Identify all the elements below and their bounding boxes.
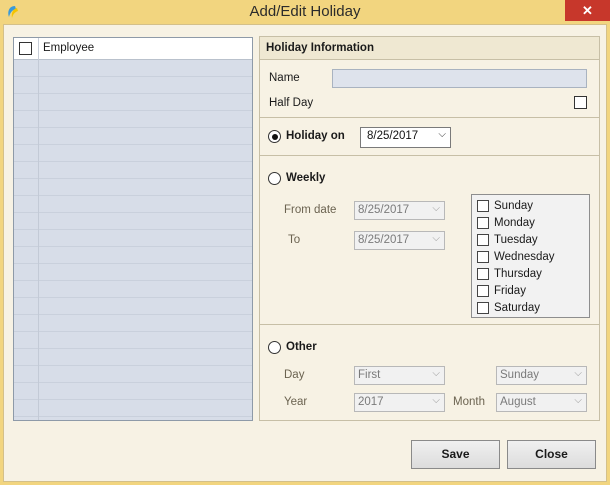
chevron-down-icon: ⌵ (438, 129, 446, 140)
half-day-checkbox[interactable] (574, 96, 587, 109)
holiday-on-date-picker[interactable]: 8/25/2017 ⌵ (360, 127, 451, 148)
holiday-on-label: Holiday on (286, 130, 345, 142)
weekly-radio[interactable] (268, 172, 281, 185)
from-date-label: From date (284, 204, 337, 216)
window-title: Add/Edit Holiday (249, 3, 361, 20)
chevron-down-icon: ⌵ (574, 368, 582, 379)
to-date-picker[interactable]: 8/25/2017 ⌵ (354, 231, 445, 250)
to-date-label: To (288, 234, 301, 246)
close-window-button[interactable]: ✕ (565, 0, 610, 21)
weekly-label: Weekly (286, 172, 326, 184)
half-day-label: Half Day (269, 97, 314, 109)
other-section: Other Day First ⌵ Sunday ⌵ Year 2017 ⌵ M… (260, 325, 599, 421)
other-radio[interactable] (268, 341, 281, 354)
from-date-value: 8/25/2017 (358, 204, 410, 216)
other-label: Other (286, 341, 317, 353)
weekday-checkbox[interactable] (477, 251, 489, 263)
holiday-information-section: Holiday Information Name Half Day (260, 37, 599, 118)
name-input[interactable] (332, 69, 587, 88)
select-all-checkbox[interactable] (19, 42, 32, 55)
to-date-value: 8/25/2017 (358, 234, 410, 246)
holiday-information-title: Holiday Information (266, 42, 374, 54)
holiday-on-section: Holiday on 8/25/2017 ⌵ (260, 118, 599, 156)
name-label: Name (269, 72, 300, 84)
weekday-value: Sunday (500, 369, 540, 381)
day-ordinal-dropdown[interactable]: First ⌵ (354, 366, 445, 385)
month-value: August (500, 396, 536, 408)
employee-grid[interactable]: Employee (13, 37, 253, 421)
from-date-picker[interactable]: 8/25/2017 ⌵ (354, 201, 445, 220)
holiday-on-date-value: 8/25/2017 (367, 130, 419, 142)
holiday-on-radio[interactable] (268, 130, 281, 143)
employee-column-header[interactable]: Employee (43, 42, 94, 54)
holiday-settings-panel: Holiday Information Name Half Day Holida… (259, 36, 600, 421)
weekday-checkbox[interactable] (477, 268, 489, 280)
close-button[interactable]: Close (507, 440, 596, 469)
chevron-down-icon: ⌵ (432, 395, 440, 406)
day-ordinal-value: First (358, 369, 381, 381)
weekday-checkbox[interactable] (477, 200, 489, 212)
year-value: 2017 (358, 396, 384, 408)
employee-grid-header: Employee (14, 38, 252, 60)
day-label: Day (284, 369, 305, 381)
title-bar: Add/Edit Holiday ✕ (0, 0, 610, 24)
year-label: Year (284, 396, 308, 408)
weekday-checkbox[interactable] (477, 285, 489, 297)
weekday-checkbox[interactable] (477, 234, 489, 246)
year-dropdown[interactable]: 2017 ⌵ (354, 393, 445, 412)
weekday-checkbox[interactable] (477, 302, 489, 314)
chevron-down-icon: ⌵ (574, 395, 582, 406)
weekly-section: Weekly From date 8/25/2017 ⌵ To 8/25/201… (260, 156, 599, 325)
month-label: Month (453, 396, 485, 408)
month-dropdown[interactable]: August ⌵ (496, 393, 587, 412)
chevron-down-icon: ⌵ (432, 233, 440, 244)
employee-grid-rows (14, 60, 252, 420)
save-button[interactable]: Save (411, 440, 500, 469)
weekdays-checklist: Sunday Monday Tuesday Wednesday Thursday… (471, 194, 590, 318)
chevron-down-icon: ⌵ (432, 368, 440, 379)
chevron-down-icon: ⌵ (432, 203, 440, 214)
holiday-information-header: Holiday Information (260, 37, 599, 60)
dialog-body: Employee Holiday Information Name Half D… (3, 24, 607, 482)
weekday-checkbox[interactable] (477, 217, 489, 229)
weekday-dropdown[interactable]: Sunday ⌵ (496, 366, 587, 385)
